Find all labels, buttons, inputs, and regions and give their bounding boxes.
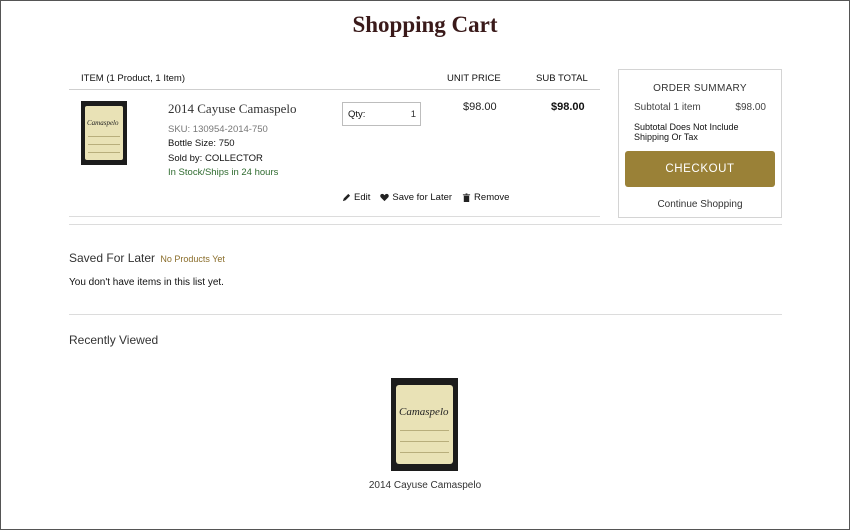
item-actions: Edit Save for Later Remove [342, 192, 509, 203]
saved-count-badge: No Products Yet [160, 254, 225, 264]
product-sku: SKU: 130954-2014-750 [168, 124, 268, 135]
sold-by: Sold by: COLLECTOR [168, 153, 263, 164]
cart-divider [69, 216, 600, 217]
column-header-item: ITEM (1 Product, 1 Item) [81, 73, 185, 84]
quantity-label: Qty: [348, 109, 366, 120]
remove-label: Remove [474, 192, 510, 203]
saved-empty-message: You don't have items in this list yet. [69, 277, 224, 288]
quantity-input[interactable] [386, 107, 416, 121]
stock-status: In Stock/Ships in 24 hours [168, 167, 279, 178]
subtotal-note: Subtotal Does Not Include Shipping Or Ta… [634, 122, 739, 142]
bottle-size: Bottle Size: 750 [168, 138, 235, 149]
order-summary: ORDER SUMMARY Subtotal 1 item $98.00 Sub… [618, 69, 782, 218]
recently-viewed-heading: Recently Viewed [69, 333, 159, 347]
section-divider [69, 314, 782, 315]
save-for-later-label: Save for Later [392, 192, 453, 203]
wine-label: Camaspelo [85, 106, 123, 160]
unit-price: $98.00 [463, 101, 497, 113]
cart-header: ITEM (1 Product, 1 Item) UNIT PRICE SUB … [69, 72, 600, 90]
subtotal-label: Subtotal 1 item [634, 102, 701, 113]
column-header-unit-price: UNIT PRICE [447, 73, 501, 84]
wine-label-text: Camaspelo [399, 406, 449, 418]
order-summary-title: ORDER SUMMARY [653, 83, 747, 94]
wine-label: Camaspelo [396, 385, 453, 464]
save-for-later-button[interactable]: Save for Later [380, 192, 452, 203]
pencil-icon [342, 193, 351, 202]
saved-for-later-title: Saved For Later [69, 251, 156, 265]
saved-for-later-heading: Saved For Later No Products Yet [69, 251, 225, 265]
recent-product-name[interactable]: 2014 Cayuse Camaspelo [0, 480, 850, 491]
section-divider [69, 224, 782, 225]
heart-icon [380, 193, 390, 202]
edit-label: Edit [354, 192, 371, 203]
continue-shopping-link[interactable]: Continue Shopping [619, 199, 781, 210]
edit-button[interactable]: Edit [342, 192, 370, 203]
page-title: Shopping Cart [352, 12, 498, 37]
checkout-button[interactable]: CHECKOUT [625, 151, 775, 187]
product-name[interactable]: 2014 Cayuse Camaspelo [168, 101, 297, 117]
trash-icon [462, 193, 471, 202]
column-header-sub-total: SUB TOTAL [536, 73, 588, 84]
product-image[interactable]: Camaspelo [81, 101, 127, 165]
quantity-field[interactable]: Qty: [342, 102, 421, 126]
wine-label-text: Camaspelo [87, 119, 119, 127]
remove-button[interactable]: Remove [462, 192, 509, 203]
sub-total-price: $98.00 [551, 101, 585, 113]
recent-product-image[interactable]: Camaspelo [391, 378, 458, 471]
subtotal-value: $98.00 [735, 102, 766, 113]
